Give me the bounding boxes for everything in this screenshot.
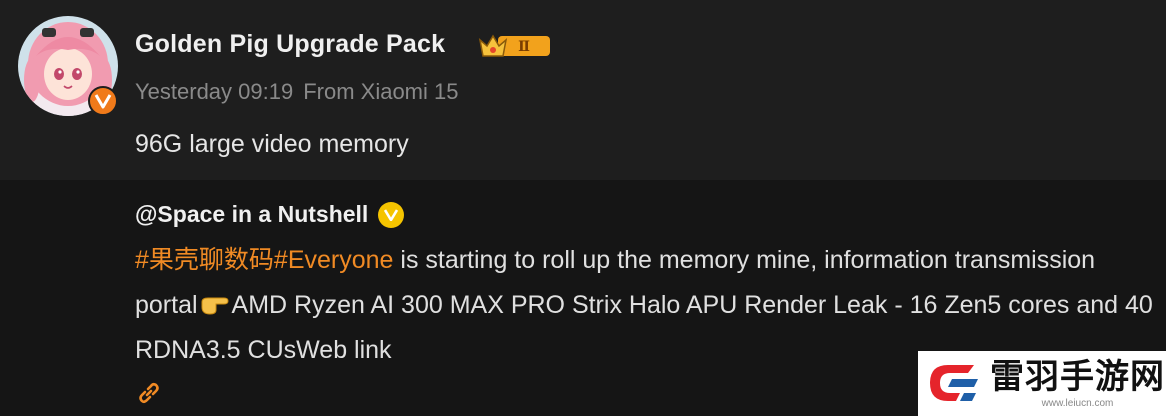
post-meta: Yesterday 09:19 From Xiaomi 15 bbox=[135, 79, 458, 105]
verified-badge-icon bbox=[88, 86, 118, 116]
watermark: 雷羽手游网 www.leiucn.com bbox=[918, 351, 1166, 416]
username[interactable]: Golden Pig Upgrade Pack bbox=[135, 30, 445, 59]
watermark-logo-icon bbox=[930, 364, 978, 401]
watermark-title: 雷羽手游网 bbox=[990, 357, 1165, 397]
hashtag-link[interactable]: #果壳聊数码# bbox=[135, 246, 288, 274]
hashtag-link-everyone[interactable]: Everyone bbox=[288, 246, 394, 274]
level-badge-text: Ⅱ bbox=[518, 39, 530, 55]
post-source: From Xiaomi 15 bbox=[303, 79, 459, 104]
quoted-author[interactable]: @Space in a Nutshell bbox=[135, 201, 405, 228]
timestamp[interactable]: Yesterday 09:19 bbox=[135, 79, 293, 104]
pointing-hand-icon bbox=[201, 297, 229, 315]
quoted-username[interactable]: @Space in a Nutshell bbox=[135, 201, 368, 228]
watermark-url: www.leiucn.com bbox=[1041, 398, 1114, 409]
post-text: 96G large video memory bbox=[135, 130, 409, 158]
crown-level-icon: Ⅱ bbox=[478, 34, 550, 57]
link-icon[interactable] bbox=[136, 380, 162, 406]
gold-verified-icon bbox=[378, 201, 405, 228]
